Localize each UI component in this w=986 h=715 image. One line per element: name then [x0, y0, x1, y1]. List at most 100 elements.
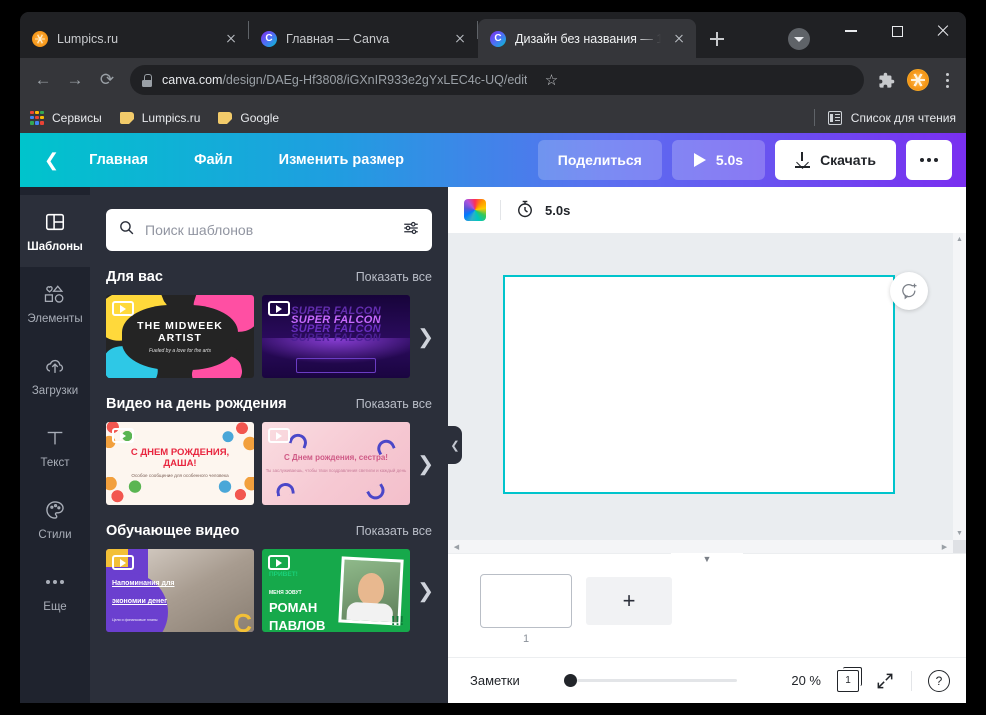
rail-item-more[interactable]: Еще: [20, 555, 90, 627]
show-all-link[interactable]: Показать все: [356, 397, 432, 411]
zoom-slider[interactable]: [563, 674, 737, 687]
zoom-percent-label: 20 %: [791, 673, 821, 688]
browser-tab-2[interactable]: C Главная — Canva: [249, 19, 477, 58]
panel-collapse-handle[interactable]: ❮: [448, 426, 462, 464]
bookmarks-bar: Сервисы Lumpics.ru Google Список для чте…: [20, 102, 966, 133]
bookmark-star-icon[interactable]: ☆: [537, 66, 565, 94]
more-dot: [927, 158, 931, 162]
page-thumbnail-1[interactable]: [480, 574, 572, 628]
search-templates-box[interactable]: Поиск шаблонов: [106, 209, 432, 251]
elements-icon: [43, 282, 67, 306]
add-page-button[interactable]: +: [586, 577, 672, 625]
template-card-money-reminders[interactable]: C Напоминания для экономии денег Цели и …: [106, 549, 254, 632]
rail-item-styles[interactable]: Стили: [20, 483, 90, 555]
card-line-2: экономии денег: [112, 598, 168, 605]
more-dots-icon: [43, 570, 67, 594]
bookmark-label: Google: [240, 110, 280, 125]
download-button[interactable]: Скачать: [775, 140, 896, 180]
template-card-midweek-artist[interactable]: THE MIDWEEK ARTIST Fueled by a love for …: [106, 295, 254, 378]
tab-close-icon[interactable]: [222, 30, 240, 48]
zoom-slider-track[interactable]: [576, 679, 737, 682]
tab-close-icon[interactable]: [670, 30, 688, 48]
tab-search-icon[interactable]: [788, 28, 810, 50]
tab-close-icon[interactable]: [451, 30, 469, 48]
header-menu-home[interactable]: Главная: [77, 146, 160, 174]
minimize-button[interactable]: [828, 12, 874, 50]
close-button[interactable]: [920, 12, 966, 50]
show-all-link[interactable]: Показать все: [356, 524, 432, 538]
scrollbar-corner: [953, 540, 966, 553]
maximize-button[interactable]: [874, 12, 920, 50]
show-all-link[interactable]: Показать все: [356, 270, 432, 284]
more-options-button[interactable]: [906, 140, 952, 180]
expand-icon[interactable]: [875, 671, 895, 691]
back-icon[interactable]: ←: [28, 65, 58, 95]
bookmark-google[interactable]: Google: [218, 111, 279, 125]
card-line-3: Fueled by a love for the arts: [149, 347, 211, 354]
notes-button[interactable]: Заметки: [470, 673, 520, 688]
rail-item-elements[interactable]: Элементы: [20, 267, 90, 339]
template-card-roman-pavlov[interactable]: ПРИВЕТ! МЕНЯ ЗОВУТ РОМАН ПАВЛОВ !!!: [262, 549, 410, 632]
page-thumbnail-wrapper[interactable]: 1: [480, 574, 572, 645]
bookmark-services[interactable]: Сервисы: [30, 110, 102, 125]
scroll-down-arrow-icon[interactable]: ▼: [953, 527, 966, 540]
rail-item-uploads[interactable]: Загрузки: [20, 339, 90, 411]
help-icon[interactable]: ?: [928, 669, 950, 692]
portrait-shirt: [346, 601, 394, 623]
template-card-sister-birthday[interactable]: С Днем рождения, сестра! Ты заслуживаешь…: [262, 422, 410, 505]
strip-toggle-button[interactable]: ▼: [671, 553, 743, 569]
card-line-1: С ДНЕМ РОЖДЕНИЯ,: [130, 447, 230, 459]
row-next-arrow-icon[interactable]: ❯: [417, 578, 434, 603]
zoom-slider-handle[interactable]: [563, 674, 577, 687]
row-next-arrow-icon[interactable]: ❯: [417, 324, 434, 349]
chrome-menu-icon[interactable]: [936, 72, 958, 88]
rail-item-templates[interactable]: Шаблоны: [20, 195, 90, 267]
card-line-4: SUPER FALCON: [291, 332, 381, 344]
scroll-up-arrow-icon[interactable]: ▲: [953, 233, 966, 246]
video-badge-icon: [268, 301, 290, 316]
search-input[interactable]: Поиск шаблонов: [145, 222, 392, 238]
header-menu-resize[interactable]: Изменить размер: [267, 146, 416, 174]
duration-control[interactable]: 5.0s: [515, 199, 570, 222]
back-chevron-icon[interactable]: ❮: [44, 151, 59, 169]
reading-list-button[interactable]: Список для чтения: [813, 109, 956, 126]
canvas-vertical-scrollbar[interactable]: ▲ ▼: [953, 233, 966, 540]
section-title: Обучающее видео: [106, 523, 240, 539]
design-canvas-area[interactable]: ▲ ▼ ◀ ▶: [448, 233, 966, 553]
video-badge-icon: [112, 428, 134, 443]
rail-label: Стили: [38, 528, 72, 541]
bookmark-lumpics[interactable]: Lumpics.ru: [119, 111, 200, 125]
template-card-super-falcon[interactable]: SUPER FALCON SUPER FALCON SUPER FALCON S…: [262, 295, 410, 378]
address-bar[interactable]: canva.com/design/DAEg-Hf3808/iGXnIR933e2…: [130, 65, 864, 95]
navigation-bar: ← → ⟳ canva.com/design/DAEg-Hf3808/iGXnI…: [20, 58, 966, 102]
card-line-3: ПАВЛОВ: [269, 618, 326, 632]
reading-list-icon: [827, 110, 842, 125]
forward-icon[interactable]: →: [60, 65, 90, 95]
download-icon: [795, 152, 811, 168]
video-badge-icon: [112, 555, 134, 570]
design-page[interactable]: [503, 275, 895, 494]
page-color-swatch[interactable]: [464, 199, 486, 221]
rail-label: Загрузки: [31, 384, 79, 397]
rail-item-text[interactable]: Текст: [20, 411, 90, 483]
row-next-arrow-icon[interactable]: ❯: [417, 451, 434, 476]
play-preview-button[interactable]: 5.0s: [671, 140, 766, 180]
canvas-horizontal-scrollbar[interactable]: ◀ ▶: [448, 540, 953, 553]
template-card-dasha-birthday[interactable]: С ДНЕМ РОЖДЕНИЯ, ДАША! Особое сообщение …: [106, 422, 254, 505]
filter-icon[interactable]: [402, 219, 420, 242]
new-tab-button[interactable]: [702, 24, 732, 54]
extensions-icon[interactable]: [872, 66, 900, 94]
scroll-left-arrow-icon[interactable]: ◀: [450, 540, 463, 553]
browser-tab-1[interactable]: Lumpics.ru: [20, 19, 248, 58]
profile-avatar[interactable]: [907, 69, 929, 91]
add-comment-icon[interactable]: [890, 272, 928, 310]
header-menu-file[interactable]: Файл: [182, 146, 245, 174]
browser-tab-3-active[interactable]: C Дизайн без названия — 1080p: [478, 19, 696, 58]
more-dot: [920, 158, 924, 162]
pages-count-button[interactable]: 1: [837, 666, 862, 692]
reload-icon[interactable]: ⟳: [92, 65, 122, 95]
reading-list-label: Список для чтения: [850, 110, 956, 125]
share-button[interactable]: Поделиться: [537, 140, 662, 180]
duration-label: 5.0s: [545, 202, 571, 218]
scroll-right-arrow-icon[interactable]: ▶: [938, 540, 951, 553]
